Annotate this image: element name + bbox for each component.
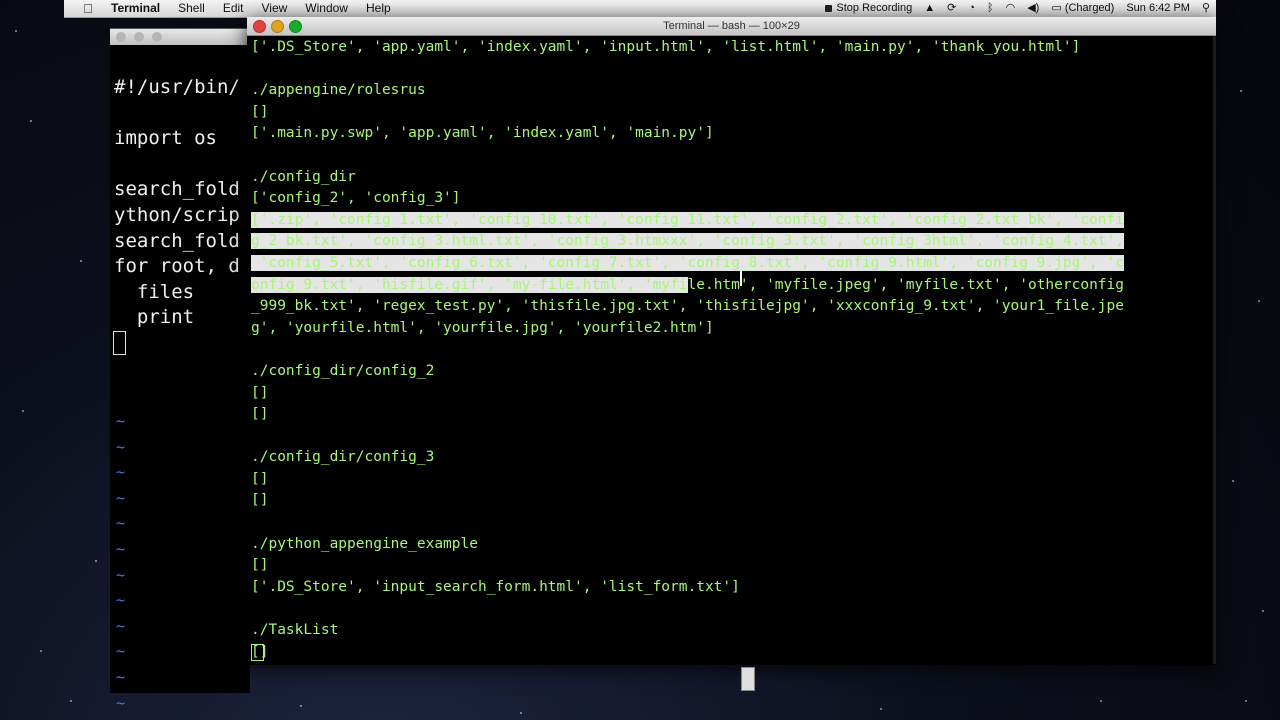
terminal-cursor bbox=[251, 644, 264, 661]
star bbox=[880, 708, 882, 710]
star bbox=[300, 705, 302, 707]
star bbox=[1100, 700, 1102, 702]
vim-minimize-icon[interactable] bbox=[134, 32, 144, 42]
terminal-line: [] bbox=[251, 557, 269, 574]
terminal-line: ['config_2', 'config_3'] bbox=[251, 190, 461, 207]
record-stop-icon bbox=[825, 4, 833, 12]
menu-view[interactable]: View bbox=[253, 0, 297, 17]
terminal-line: ./config_dir/config_2 bbox=[251, 362, 435, 379]
spotlight-search-icon[interactable]: ⚲ bbox=[1196, 0, 1216, 17]
vim-zoom-icon[interactable] bbox=[152, 32, 162, 42]
star bbox=[80, 260, 82, 262]
battery-status[interactable]: ▭ (Charged) bbox=[1045, 0, 1120, 17]
terminal-line: [] bbox=[251, 492, 269, 509]
terminal-line: ./TaskList bbox=[251, 622, 339, 639]
star bbox=[1232, 480, 1234, 482]
menu-bar:  Terminal Shell Edit View Window Help S… bbox=[64, 0, 1216, 18]
vim-cursor bbox=[113, 331, 126, 355]
selected-text: g_2_bk.txt', 'config_3.html.txt', 'confi… bbox=[251, 233, 1124, 250]
status-menus: Stop Recording ▲ ⟳ ◔ ᛒ ◠ ◀) ▭ (Charged) … bbox=[819, 0, 1216, 17]
apple-menu-icon[interactable]:  bbox=[74, 1, 102, 16]
close-window-icon[interactable] bbox=[253, 20, 266, 33]
drive-icon[interactable]: ▲ bbox=[918, 0, 941, 17]
terminal-line: [] bbox=[251, 103, 269, 120]
stop-recording-button[interactable]: Stop Recording bbox=[819, 0, 918, 17]
terminal-line: [] bbox=[251, 384, 269, 401]
terminal-line: [] bbox=[251, 406, 269, 423]
vim-window-titlebar[interactable] bbox=[110, 29, 250, 45]
terminal-line: _999_bk.txt', 'regex_test.py', 'thisfile… bbox=[251, 298, 1124, 315]
star bbox=[95, 560, 97, 562]
zoom-window-icon[interactable] bbox=[289, 20, 302, 33]
battery-icon: ▭ bbox=[1051, 2, 1062, 14]
star bbox=[22, 410, 24, 412]
terminal-line: ['.DS_Store', 'app.yaml', 'index.yaml', … bbox=[251, 39, 1081, 55]
terminal-line: ['.zip', 'config_1.txt', 'config_10.txt'… bbox=[251, 210, 1213, 232]
terminal-line: ['.main.py.swp', 'app.yaml', 'index.yaml… bbox=[251, 125, 714, 142]
vim-empty-line-markers: ~ ~ ~ ~ ~ ~ ~ ~ ~ ~ ~ ~ bbox=[116, 412, 126, 712]
dock-item-icon[interactable] bbox=[741, 667, 755, 691]
terminal-line: ['.DS_Store', 'input_search_form.html', … bbox=[251, 578, 740, 595]
menu-app-name[interactable]: Terminal bbox=[102, 0, 169, 17]
terminal-line: ./python_appengine_example bbox=[251, 535, 478, 552]
sync-icon[interactable]: ⟳ bbox=[941, 0, 962, 17]
menu-edit[interactable]: Edit bbox=[214, 0, 253, 17]
terminal-line: ./appengine/rolesrus bbox=[251, 82, 426, 99]
star bbox=[15, 30, 17, 32]
selected-text: 'config_5.txt', 'config_6.txt', 'config_… bbox=[251, 254, 1124, 271]
mouse-ibeam-cursor-icon bbox=[740, 270, 744, 286]
terminal-line: g_2_bk.txt', 'config_3.html.txt', 'confi… bbox=[251, 231, 1213, 253]
terminal-titlebar[interactable]: Terminal — bash — 100×29 bbox=[247, 17, 1216, 36]
selected-text: ['.zip', 'config_1.txt', 'config_10.txt'… bbox=[251, 211, 1124, 228]
terminal-line: 'config_5.txt', 'config_6.txt', 'config_… bbox=[251, 253, 1213, 275]
star bbox=[70, 700, 72, 702]
vim-close-icon[interactable] bbox=[116, 32, 126, 42]
terminal-line: [] bbox=[251, 470, 269, 487]
terminal-line: ./config_dir/config_3 bbox=[251, 449, 435, 466]
menu-help[interactable]: Help bbox=[357, 0, 400, 17]
terminal-line: onfig_9.txt', 'hisfile.gif', 'my-file.ht… bbox=[251, 276, 1124, 293]
terminal-line: g', 'yourfile.html', 'yourfile.jpg', 'yo… bbox=[251, 319, 714, 336]
terminal-scrollbar[interactable] bbox=[1213, 36, 1216, 664]
menu-shell[interactable]: Shell bbox=[169, 0, 214, 17]
star bbox=[1258, 300, 1260, 302]
wifi-icon[interactable]: ◠ bbox=[1000, 0, 1022, 17]
menu-window[interactable]: Window bbox=[296, 0, 357, 17]
star bbox=[1240, 90, 1242, 92]
time-machine-icon[interactable]: ◔ bbox=[962, 0, 981, 17]
terminal-title: Terminal — bash — 100×29 bbox=[663, 20, 800, 32]
clock[interactable]: Sun 6:42 PM bbox=[1120, 0, 1196, 17]
terminal-line: ./config_dir bbox=[251, 168, 356, 185]
vim-editor-window[interactable]: #!/usr/bin/ import os search_fold ython/… bbox=[110, 28, 250, 712]
star bbox=[1245, 700, 1247, 702]
bluetooth-icon[interactable]: ᛒ bbox=[981, 0, 1000, 17]
vim-code-text[interactable]: #!/usr/bin/ import os search_fold ython/… bbox=[114, 75, 240, 331]
star bbox=[520, 712, 522, 714]
minimize-window-icon[interactable] bbox=[271, 20, 284, 33]
selected-text: onfig_9.txt', 'hisfile.gif', 'my-file.ht… bbox=[251, 276, 688, 293]
terminal-line: [] bbox=[251, 643, 269, 660]
terminal-window[interactable]: Terminal — bash — 100×29 ['.DS_Store', '… bbox=[247, 17, 1216, 665]
terminal-output[interactable]: ['.DS_Store', 'app.yaml', 'index.yaml', … bbox=[251, 37, 1213, 663]
star bbox=[30, 120, 32, 122]
star bbox=[40, 650, 42, 652]
volume-icon[interactable]: ◀) bbox=[1021, 0, 1045, 17]
star bbox=[1262, 610, 1264, 612]
